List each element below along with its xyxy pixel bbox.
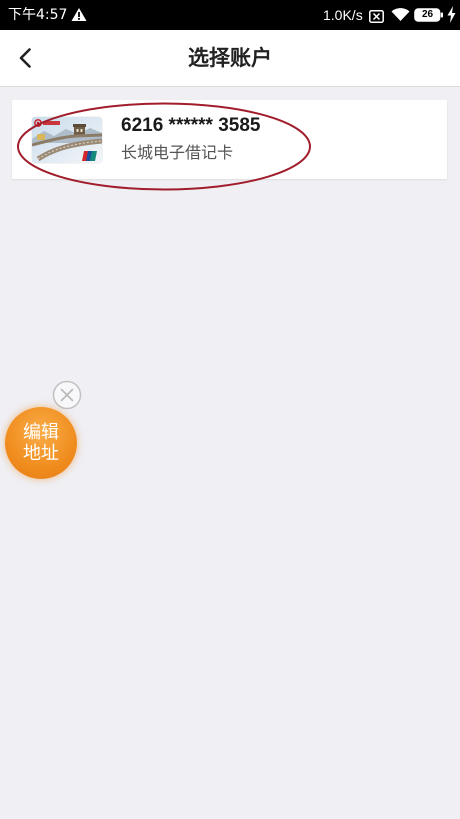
unionpay-logo <box>82 151 97 161</box>
status-time: 下午4:57 <box>8 7 68 23</box>
charging-icon-graphic <box>447 6 456 23</box>
status-bar: 下午4:57 1.0K/s 26 <box>0 0 460 30</box>
edit-address-label-line-2: 地址 <box>23 443 59 464</box>
bank-card-icon <box>32 117 102 163</box>
wifi-icon <box>391 7 410 22</box>
close-circle-icon[interactable] <box>52 380 82 410</box>
sim-blocked-icon-graphic <box>369 10 384 23</box>
screen: 下午4:57 1.0K/s 26 选择账户 6216 ****** 3585 长… <box>0 0 460 819</box>
edit-address-label-line-1: 编辑 <box>23 422 59 443</box>
edit-address-button[interactable]: 编辑 地址 <box>5 407 77 479</box>
warning-icon-graphic <box>71 8 87 21</box>
warning-icon <box>71 7 87 22</box>
account-name: 长城电子借记卡 <box>121 143 234 162</box>
battery-level: 26 <box>421 9 434 20</box>
header: 选择账户 <box>0 30 460 87</box>
account-number: 6216 ****** 3585 <box>121 115 261 136</box>
wifi-icon-graphic <box>391 8 410 21</box>
bank-card-image <box>32 117 102 163</box>
network-speed: 1.0K/s <box>323 7 363 23</box>
sim-blocked-icon <box>369 8 384 23</box>
account-list-item[interactable]: 6216 ****** 3585 长城电子借记卡 <box>12 100 447 179</box>
close-circle-icon-graphic <box>52 380 82 410</box>
card-chip <box>37 134 45 140</box>
battery-icon: 26 <box>414 8 444 22</box>
page-title: 选择账户 <box>188 46 272 70</box>
charging-icon <box>447 6 456 23</box>
